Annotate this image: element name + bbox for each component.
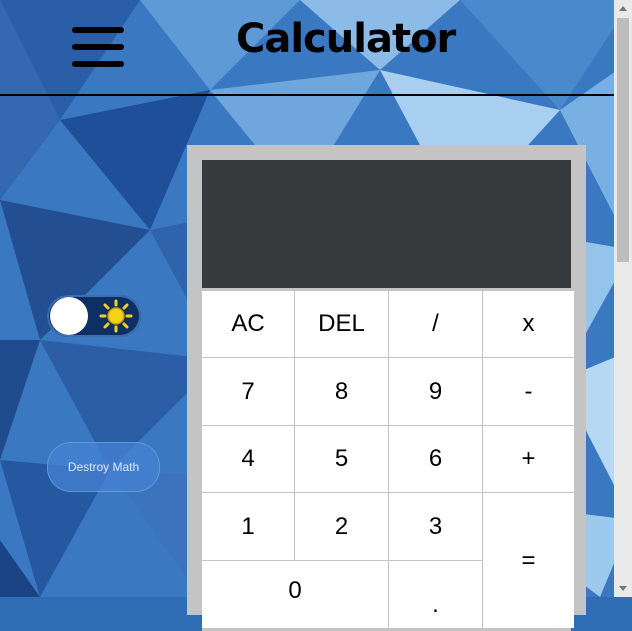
key-dot[interactable]: . xyxy=(389,561,482,628)
key-7[interactable]: 7 xyxy=(202,358,294,425)
key-1[interactable]: 1 xyxy=(202,493,294,560)
vertical-scrollbar[interactable] xyxy=(614,0,632,597)
key-equals[interactable]: = xyxy=(483,493,574,628)
scroll-up-button[interactable] xyxy=(614,0,632,17)
key-3[interactable]: 3 xyxy=(389,493,482,560)
calculator-keypad: AC DEL / x 7 8 9 - 4 5 6 + 1 2 3 = 0 . xyxy=(202,291,574,631)
key-multiply[interactable]: x xyxy=(483,291,574,357)
scroll-down-button[interactable] xyxy=(614,580,632,597)
calculator: AC DEL / x 7 8 9 - 4 5 6 + 1 2 3 = 0 . xyxy=(187,145,586,631)
key-8[interactable]: 8 xyxy=(295,358,388,425)
calculator-display xyxy=(202,160,571,288)
key-ac[interactable]: AC xyxy=(202,291,294,357)
arrow-down-icon xyxy=(619,586,627,591)
key-6[interactable]: 6 xyxy=(389,426,482,492)
key-5[interactable]: 5 xyxy=(295,426,388,492)
page-title: Calculator xyxy=(236,16,456,62)
hamburger-bar xyxy=(72,61,124,67)
key-4[interactable]: 4 xyxy=(202,426,294,492)
key-minus[interactable]: - xyxy=(483,358,574,425)
key-2[interactable]: 2 xyxy=(295,493,388,560)
sun-icon xyxy=(99,299,133,333)
arrow-up-icon xyxy=(619,6,627,11)
destroy-math-button[interactable]: Destroy Math xyxy=(47,442,160,492)
header-divider xyxy=(0,94,614,96)
key-plus[interactable]: + xyxy=(483,426,574,492)
key-0[interactable]: 0 xyxy=(202,561,388,628)
theme-toggle[interactable] xyxy=(47,295,141,337)
hamburger-menu-button[interactable] xyxy=(72,27,124,67)
scrollbar-thumb[interactable] xyxy=(617,18,629,262)
toggle-knob xyxy=(50,297,88,335)
key-divide[interactable]: / xyxy=(389,291,482,357)
key-del[interactable]: DEL xyxy=(295,291,388,357)
hamburger-bar xyxy=(72,44,124,50)
key-9[interactable]: 9 xyxy=(389,358,482,425)
hamburger-menu-icon xyxy=(72,27,124,33)
